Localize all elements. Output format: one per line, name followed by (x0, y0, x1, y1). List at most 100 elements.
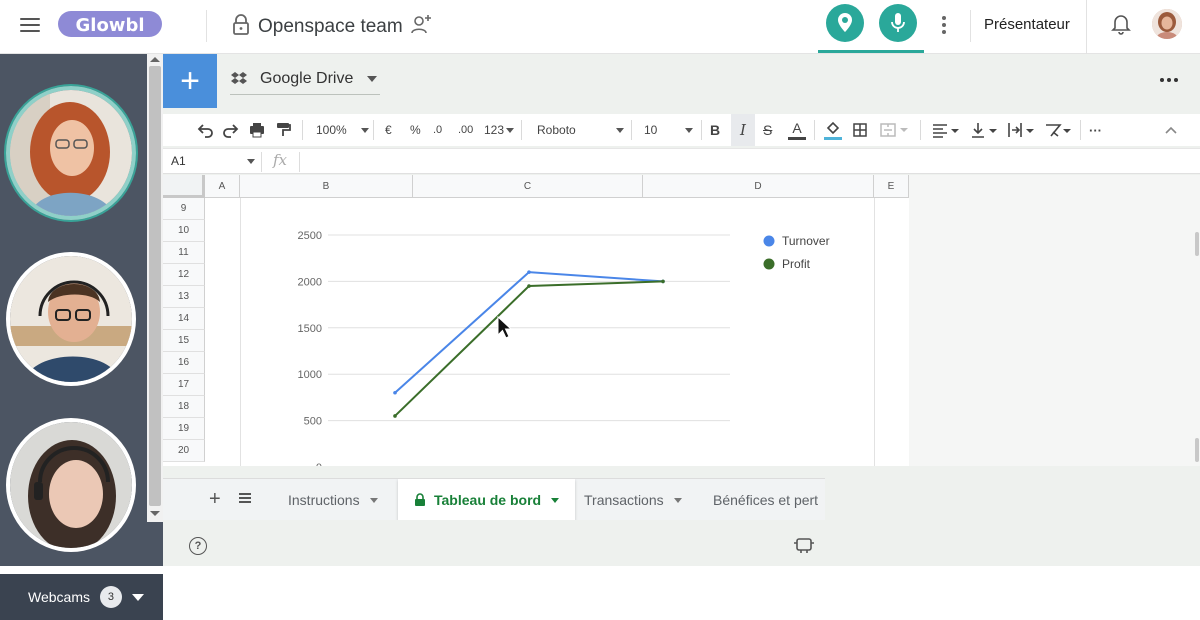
column-header[interactable]: E (874, 175, 909, 198)
cell-reference[interactable]: A1 (171, 154, 186, 168)
drive-selector[interactable]: Google Drive (230, 70, 380, 95)
number-format-label: 123 (484, 123, 505, 137)
percent-format-button[interactable]: % (410, 114, 421, 146)
zoom-select[interactable]: 100% (316, 114, 369, 146)
collapse-toolbar-icon[interactable] (1163, 114, 1179, 146)
divider (299, 152, 300, 172)
webcam-scroll-thumb[interactable] (149, 66, 161, 506)
row-header[interactable]: 9 (163, 198, 205, 220)
fill-color-icon[interactable] (823, 114, 843, 146)
bold-button[interactable]: B (710, 114, 720, 146)
webcams-toggle[interactable]: Webcams 3 (0, 574, 163, 620)
spreadsheet-toolbar: 100% € % .0 .00 123 Roboto 10 B I S A ··… (163, 114, 1200, 146)
row-header[interactable]: 16 (163, 352, 205, 374)
add-document-button[interactable]: + (163, 54, 217, 108)
add-user-icon[interactable] (410, 13, 432, 35)
y-tick-label: 0 (316, 462, 322, 466)
lock-icon (415, 493, 425, 506)
sheet-tab-benefices[interactable]: Bénéfices et pert (697, 479, 825, 520)
webcam-panel: Webcams 3 (0, 54, 163, 620)
more-options-icon[interactable] (1160, 78, 1178, 82)
bell-icon[interactable] (1111, 13, 1131, 35)
row-header[interactable]: 12 (163, 264, 205, 286)
row-header[interactable]: 14 (163, 308, 205, 330)
number-format-select[interactable]: 123 (484, 114, 515, 146)
location-button[interactable] (826, 4, 864, 42)
divider (701, 120, 702, 140)
decrease-decimals-button[interactable]: .0 (433, 114, 442, 146)
explore-icon[interactable] (793, 535, 815, 555)
microphone-button[interactable] (879, 4, 917, 42)
caret-down-icon (551, 497, 560, 503)
row-header[interactable]: 19 (163, 418, 205, 440)
column-header[interactable]: B (240, 175, 413, 198)
row-header[interactable]: 10 (163, 220, 205, 242)
lock-icon (233, 14, 249, 35)
vertical-scrollbar[interactable] (1195, 438, 1199, 462)
sheet-tab-transactions[interactable]: Transactions (568, 479, 698, 520)
bottom-bar: ? (163, 520, 1200, 566)
sheet-tab-label: Transactions (584, 492, 664, 508)
legend-label: Turnover (782, 234, 830, 248)
text-rotation-icon[interactable] (1043, 114, 1073, 146)
divider (206, 10, 207, 42)
row-header[interactable]: 15 (163, 330, 205, 352)
increase-decimals-button[interactable]: .00 (458, 114, 473, 146)
webcam-participant-1[interactable] (6, 86, 136, 220)
line-chart[interactable]: 0 500 1000 1500 2000 2500 Turnover Profit (240, 199, 874, 466)
borders-icon[interactable] (851, 114, 869, 146)
participant-3-video (10, 422, 132, 548)
webcam-participant-3[interactable] (6, 418, 136, 552)
text-color-button[interactable]: A (788, 114, 806, 146)
webcams-label: Webcams (28, 589, 90, 605)
sheet-tab-tableau-de-bord[interactable]: Tableau de bord (398, 479, 576, 520)
row-header[interactable]: 13 (163, 286, 205, 308)
italic-button[interactable]: I (731, 114, 755, 146)
strikethrough-button[interactable]: S (763, 114, 772, 146)
column-header[interactable]: D (643, 175, 874, 198)
column-header[interactable]: C (413, 175, 643, 198)
redo-icon[interactable] (222, 114, 240, 146)
caret-down-icon (367, 76, 378, 82)
all-sheets-icon[interactable] (239, 493, 251, 505)
row-header[interactable]: 20 (163, 440, 205, 462)
vertical-scrollbar[interactable] (1195, 232, 1199, 256)
caret-down-icon (673, 497, 682, 503)
more-tools-button[interactable]: ··· (1089, 114, 1102, 146)
row-header[interactable]: 18 (163, 396, 205, 418)
row-header[interactable]: 11 (163, 242, 205, 264)
add-sheet-button[interactable]: + (209, 488, 221, 511)
horizontal-align-icon[interactable] (931, 114, 961, 146)
merge-cells-icon[interactable] (879, 114, 909, 146)
user-avatar[interactable] (1152, 9, 1182, 39)
divider (920, 120, 921, 140)
column-header[interactable]: A (205, 175, 240, 198)
row-header[interactable]: 17 (163, 374, 205, 396)
undo-icon[interactable] (196, 114, 214, 146)
print-icon[interactable] (248, 114, 266, 146)
currency-format-button[interactable]: € (385, 114, 392, 146)
help-icon[interactable]: ? (189, 537, 207, 555)
data-point (393, 414, 397, 418)
vertical-align-icon[interactable] (969, 114, 999, 146)
sheet-tab-label: Tableau de bord (434, 492, 542, 508)
font-size-select[interactable]: 10 (644, 114, 694, 146)
paint-format-icon[interactable] (274, 114, 292, 146)
presenter-button[interactable]: Présentateur (984, 16, 1070, 33)
menu-icon[interactable] (18, 14, 42, 38)
caret-down-icon[interactable] (247, 159, 255, 164)
sheet-tab-instructions[interactable]: Instructions (272, 479, 394, 520)
caret-down-icon (369, 497, 378, 503)
caret-down-icon (685, 127, 694, 133)
glowbl-logo[interactable]: Glowbl (56, 6, 166, 42)
scroll-up-arrow[interactable] (150, 57, 160, 62)
font-select[interactable]: Roboto (537, 114, 624, 146)
caret-down-icon (360, 127, 369, 133)
webcam-participant-2[interactable] (6, 252, 136, 386)
select-all-corner[interactable] (163, 175, 205, 198)
more-options-icon[interactable] (937, 13, 951, 37)
formula-bar: A1 fx (163, 148, 1200, 174)
text-wrapping-icon[interactable] (1006, 114, 1036, 146)
divider (1086, 0, 1087, 54)
scroll-down-arrow[interactable] (150, 511, 160, 516)
